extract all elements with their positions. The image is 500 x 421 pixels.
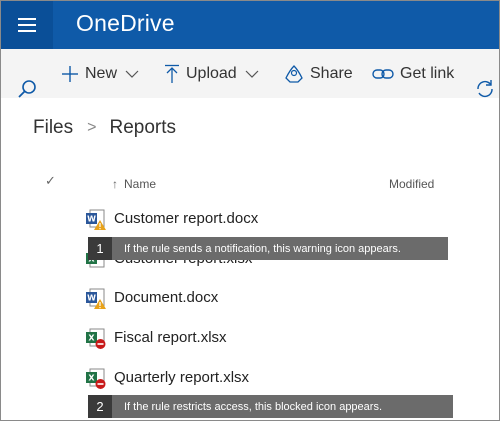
- file-row[interactable]: X Fiscal report.xlsx: [1, 320, 499, 358]
- search-button[interactable]: [17, 64, 37, 113]
- chevron-down-icon: [245, 70, 259, 78]
- excel-file-blocked-icon: X: [86, 368, 106, 389]
- suite-bar: OneDrive: [1, 1, 499, 49]
- name-column-header[interactable]: ↑ Name: [112, 177, 156, 191]
- new-button[interactable]: New: [61, 49, 139, 98]
- word-file-warning-icon: W: [86, 288, 106, 309]
- command-bar: New Upload Share Get link: [1, 49, 499, 98]
- callout-text: If the rule sends a notification, this w…: [124, 242, 401, 255]
- svg-text:W: W: [87, 294, 96, 303]
- file-name[interactable]: Quarterly report.xlsx: [114, 369, 249, 386]
- callout-text: If the rule restricts access, this block…: [124, 400, 383, 413]
- new-label: New: [85, 64, 118, 82]
- svg-text:X: X: [88, 334, 95, 343]
- file-name[interactable]: Fiscal report.xlsx: [114, 329, 227, 346]
- sync-button[interactable]: [475, 64, 495, 113]
- excel-file-blocked-icon: X: [86, 328, 106, 349]
- breadcrumb-reports[interactable]: Reports: [109, 117, 176, 139]
- hamburger-icon: [18, 18, 36, 20]
- share-icon: [285, 64, 303, 83]
- name-column-label: Name: [124, 177, 157, 191]
- breadcrumb-separator: >: [87, 119, 97, 136]
- file-row[interactable]: W Document.docx: [1, 280, 499, 318]
- upload-button[interactable]: Upload: [164, 49, 259, 98]
- callout-number: 1: [88, 237, 112, 260]
- app-launcher-button[interactable]: [1, 1, 53, 49]
- list-header: ✓ ↑ Name Modified: [1, 167, 499, 199]
- onedrive-window: OneDrive New Upload Share Get link Files…: [0, 0, 500, 421]
- upload-icon: [165, 64, 179, 83]
- callout-blocked: 2 If the rule restricts access, this blo…: [88, 395, 453, 418]
- file-name[interactable]: Customer report.docx: [114, 210, 258, 227]
- svg-text:W: W: [87, 215, 96, 224]
- get-link-label: Get link: [400, 64, 455, 82]
- upload-label: Upload: [186, 64, 237, 82]
- plus-icon: [62, 65, 78, 82]
- word-file-warning-icon: W: [86, 209, 106, 230]
- link-icon: [372, 68, 394, 79]
- breadcrumb-files[interactable]: Files: [33, 117, 73, 139]
- svg-text:X: X: [88, 374, 95, 383]
- share-label: Share: [310, 64, 353, 82]
- select-all-checkmark-icon[interactable]: ✓: [45, 173, 56, 189]
- sync-icon: [477, 79, 493, 97]
- file-row[interactable]: X Quarterly report.xlsx: [1, 360, 499, 398]
- file-name[interactable]: Document.docx: [114, 289, 218, 306]
- callout-warning: 1 If the rule sends a notification, this…: [88, 237, 448, 260]
- file-row[interactable]: W Customer report.docx: [1, 201, 499, 239]
- sort-arrow-up-icon: ↑: [112, 177, 118, 191]
- search-icon: [18, 79, 36, 98]
- share-button[interactable]: Share: [284, 49, 353, 98]
- callout-number: 2: [88, 395, 112, 418]
- app-title[interactable]: OneDrive: [76, 10, 175, 37]
- get-link-button[interactable]: Get link: [372, 49, 454, 98]
- modified-column-header[interactable]: Modified: [389, 177, 434, 191]
- chevron-down-icon: [125, 70, 139, 78]
- breadcrumb: Files > Reports: [33, 117, 176, 139]
